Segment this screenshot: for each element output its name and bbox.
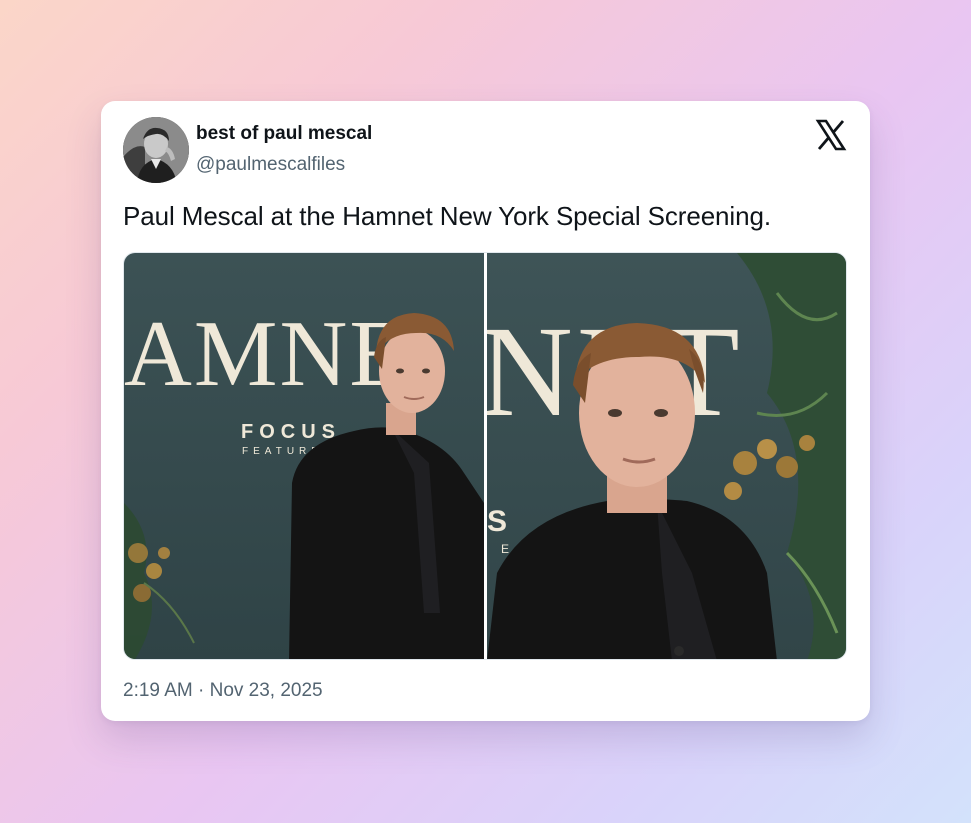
tweet-photo-2[interactable]: NET S E [487,253,846,659]
backdrop-logo-line1: FOCUS [241,421,341,443]
author-avatar[interactable] [123,117,189,183]
avatar-photo [123,117,189,183]
tweet-card[interactable]: best of paul mescal @paulmescalfiles Pau… [101,101,870,721]
backdrop-logo-line1: S [487,505,507,538]
author-handle[interactable]: @paulmescalfiles [196,154,345,176]
tweet-timestamp[interactable]: 2:19 AM · Nov 23, 2025 [123,680,323,702]
backdrop-logo-line2: E [501,542,509,556]
tweet-media-grid[interactable]: AMNE FOCUS FEATURES S E [123,252,847,660]
tweet-photo-1[interactable]: AMNE FOCUS FEATURES [124,253,484,659]
backdrop-title-text: AMNE [124,302,409,406]
author-display-name[interactable]: best of paul mescal [196,123,372,145]
x-logo-icon[interactable] [815,119,847,151]
tweet-text: Paul Mescal at the Hamnet New York Speci… [123,201,771,231]
